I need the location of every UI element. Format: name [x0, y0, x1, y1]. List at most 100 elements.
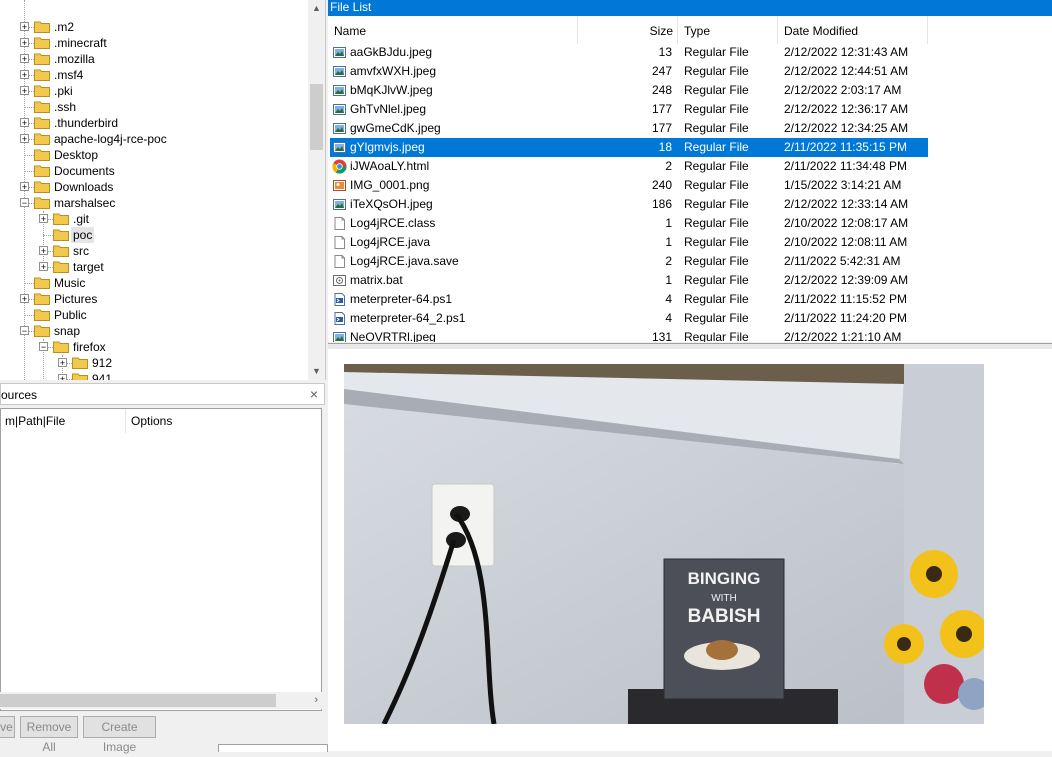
- tree-scroll-thumb[interactable]: [310, 84, 323, 150]
- tree-item-label: 941: [92, 372, 113, 380]
- file-date: 2/11/2022 11:15:52 PM: [784, 292, 907, 306]
- folder-icon: [34, 149, 50, 161]
- file-date: 2/11/2022 5:42:31 AM: [784, 254, 901, 268]
- file-row[interactable]: meterpreter-64_2.ps1 4 Regular File 2/11/20…: [330, 309, 928, 328]
- file-name: aaGkBJdu.jpeg: [350, 45, 433, 59]
- tree-item[interactable]: Music: [0, 275, 305, 291]
- tree-item[interactable]: − marshalsec: [0, 195, 305, 211]
- expand-icon[interactable]: +: [20, 294, 29, 304]
- tree-item[interactable]: + src: [0, 243, 305, 259]
- file-row[interactable]: aaGkBJdu.jpeg 13 Regular File 2/12/2022 12:…: [330, 43, 928, 62]
- column-header-size[interactable]: Size: [578, 16, 678, 44]
- expand-icon[interactable]: +: [20, 70, 29, 80]
- hscroll-thumb[interactable]: [0, 694, 276, 707]
- file-size: 186: [651, 197, 672, 211]
- tree-item-label: .m2: [54, 20, 75, 34]
- file-type: Regular File: [684, 273, 749, 287]
- sources-table[interactable]: m|Path|File Options: [0, 408, 322, 711]
- collapse-icon[interactable]: −: [20, 326, 29, 336]
- tree-item[interactable]: poc: [0, 227, 305, 243]
- file-row[interactable]: GhTvNlel.jpeg 177 Regular File 2/12/2022 12…: [330, 100, 928, 119]
- column-header-date[interactable]: Date Modified: [778, 16, 928, 44]
- tree-item[interactable]: + .minecraft: [0, 35, 305, 51]
- expand-icon[interactable]: +: [39, 246, 48, 256]
- tree-item[interactable]: + .msf4: [0, 67, 305, 83]
- tree-item[interactable]: + .m2: [0, 19, 305, 35]
- file-row[interactable]: amvfxWXH.jpeg 247 Regular File 2/12/2022 12…: [330, 62, 928, 81]
- remove-button[interactable]: ve: [0, 716, 15, 738]
- file-row[interactable]: bMqKJlvW.jpeg 248 Regular File 2/12/2022 2:…: [330, 81, 928, 100]
- tree-item[interactable]: + Downloads: [0, 179, 305, 195]
- tree-item[interactable]: + .git: [0, 211, 305, 227]
- file-size: 18: [658, 140, 672, 154]
- file-row[interactable]: Log4jRCE.java.save 2 Regular File 2/11/2022…: [330, 252, 928, 271]
- file-name: iTeXQsOH.jpeg: [350, 197, 433, 211]
- tree-item[interactable]: +941: [0, 371, 305, 380]
- close-icon[interactable]: ×: [310, 386, 318, 402]
- tree-item[interactable]: +912: [0, 355, 305, 371]
- file-row[interactable]: gYlgmvjs.jpeg 18 Regular File 2/11/2022 11:…: [330, 138, 928, 157]
- file-size: 177: [651, 102, 672, 116]
- image-file-icon: [333, 199, 346, 210]
- expand-icon[interactable]: +: [20, 86, 29, 96]
- tree-item[interactable]: − firefox: [0, 339, 305, 355]
- file-type: Regular File: [684, 64, 749, 78]
- expand-icon[interactable]: +: [20, 182, 29, 192]
- expand-icon[interactable]: +: [20, 54, 29, 64]
- tree-item-label: firefox: [73, 340, 106, 354]
- file-row[interactable]: Log4jRCE.class 1 Regular File 2/10/2022 12:…: [330, 214, 928, 233]
- tree-item[interactable]: .ssh: [0, 99, 305, 115]
- tree-item[interactable]: Public: [0, 307, 305, 323]
- tree-item[interactable]: + target: [0, 259, 305, 275]
- tree-item-label: .minecraft: [54, 36, 107, 50]
- expand-icon[interactable]: +: [58, 358, 67, 368]
- tree-item[interactable]: + .pki: [0, 83, 305, 99]
- file-row[interactable]: meterpreter-64.ps1 4 Regular File 2/11/2022…: [330, 290, 928, 309]
- scroll-down-icon[interactable]: ▼: [308, 363, 325, 380]
- file-row[interactable]: iJWAoaLY.html 2 Regular File 2/11/2022 11:3…: [330, 157, 928, 176]
- file-list[interactable]: Name Size Type Date Modified aaGkBJdu.jp…: [328, 16, 1052, 342]
- file-row[interactable]: iTeXQsOH.jpeg 186 Regular File 2/12/2022 12…: [330, 195, 928, 214]
- scroll-up-icon[interactable]: ▲: [308, 0, 325, 17]
- tree-scrollbar[interactable]: ▲ ▼: [308, 0, 325, 380]
- tree-item-label: .ssh: [54, 100, 77, 114]
- tree-item-label: Documents: [54, 164, 115, 178]
- collapse-icon[interactable]: −: [20, 198, 29, 208]
- column-header-path[interactable]: m|Path|File: [1, 409, 126, 433]
- folder-icon: [72, 357, 88, 369]
- tree-item[interactable]: + apache-log4j-rce-poc: [0, 131, 305, 147]
- file-row[interactable]: matrix.bat 1 Regular File 2/12/2022 12:39:0…: [330, 271, 928, 290]
- expand-icon[interactable]: +: [58, 374, 67, 380]
- tree-guide-line: [24, 155, 34, 156]
- file-name: matrix.bat: [350, 273, 403, 287]
- tree-item[interactable]: Desktop: [0, 147, 305, 163]
- expand-icon[interactable]: +: [20, 134, 29, 144]
- column-header-type[interactable]: Type: [678, 16, 778, 44]
- tree-item[interactable]: − snap: [0, 323, 305, 339]
- tree-item[interactable]: + .mozilla: [0, 51, 305, 67]
- folder-tree[interactable]: + .m2 + .minecraft + .mozilla + .msf4 + .pki .ssh +…: [0, 0, 326, 380]
- remove-all-button[interactable]: Remove All: [20, 716, 78, 754]
- expand-icon[interactable]: +: [20, 22, 29, 32]
- column-header-options[interactable]: Options: [127, 409, 321, 433]
- expand-icon[interactable]: +: [39, 262, 48, 272]
- file-type: Regular File: [684, 311, 749, 325]
- sources-hscrollbar[interactable]: ›: [0, 692, 322, 709]
- file-row[interactable]: NeOVRTRl.jpeg 131 Regular File 2/12/2022 1:…: [330, 328, 928, 342]
- expand-icon[interactable]: +: [20, 38, 29, 48]
- collapse-icon[interactable]: −: [39, 342, 48, 352]
- create-image-button[interactable]: Create Image: [83, 716, 156, 754]
- expand-icon[interactable]: +: [39, 214, 48, 224]
- tree-item[interactable]: Documents: [0, 163, 305, 179]
- image-file-icon: [333, 85, 346, 96]
- file-row[interactable]: IMG_0001.png 240 Regular File 1/15/2022 3:1…: [330, 176, 928, 195]
- expand-icon[interactable]: +: [20, 118, 29, 128]
- file-row[interactable]: Log4jRCE.java 1 Regular File 2/10/2022 12:0…: [330, 233, 928, 252]
- column-header-name[interactable]: Name: [328, 16, 578, 44]
- tree-item[interactable]: + .thunderbird: [0, 115, 305, 131]
- scroll-right-icon[interactable]: ›: [314, 692, 318, 709]
- file-row[interactable]: gwGmeCdK.jpeg 177 Regular File 2/12/2022 12…: [330, 119, 928, 138]
- open-folder-icon: [34, 325, 50, 337]
- tree-item[interactable]: + Pictures: [0, 291, 305, 307]
- book-title-line1: BINGING: [688, 569, 761, 588]
